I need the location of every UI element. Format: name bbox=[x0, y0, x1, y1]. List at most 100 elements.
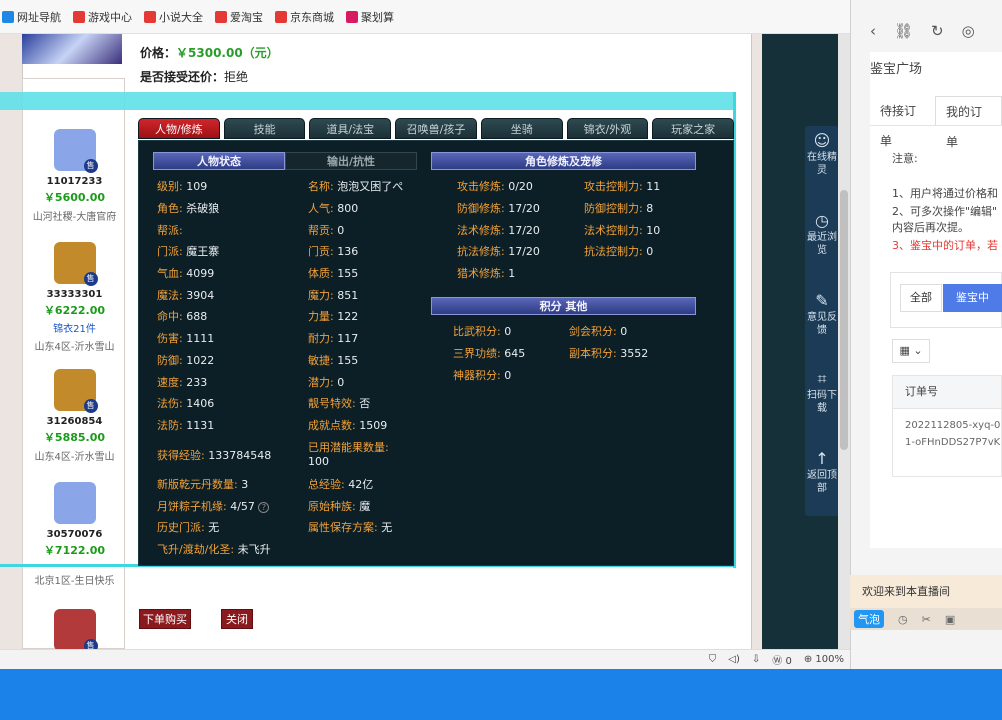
points-pvp: 比武积分: 0 bbox=[453, 325, 512, 338]
stat-special-id: 靓号特效: 否 bbox=[308, 397, 371, 410]
clock-icon: ◷ bbox=[815, 211, 829, 230]
stat-endurance: 耐力: 117 bbox=[308, 332, 359, 345]
section-cultivation: 角色修炼及宠修 bbox=[431, 152, 696, 170]
listing-item[interactable]: 售 11017233 ￥5600.00 山河社稷-大唐官府 bbox=[23, 129, 126, 223]
tab-items[interactable]: 道具/法宝 bbox=[309, 118, 392, 139]
stat-ascension: 飞升/渡劫/化圣: 未飞升 bbox=[157, 543, 271, 556]
section-char-status[interactable]: 人物状态 bbox=[153, 152, 285, 170]
cult-magic: 法术修炼: 17/20 bbox=[457, 224, 540, 237]
stat-damage: 伤害: 1111 bbox=[157, 332, 215, 345]
tab-my-orders[interactable]: 我的订单 bbox=[935, 96, 1002, 149]
download-icon[interactable]: ⇩ bbox=[752, 654, 760, 665]
listing-item[interactable]: 30570076 ￥7122.00 北京1区-生日快乐 bbox=[23, 482, 126, 587]
tab-character[interactable]: 人物/修炼 bbox=[138, 118, 220, 139]
tab-home[interactable]: 玩家之家 bbox=[652, 118, 735, 139]
cult-resist: 抗法修炼: 17/20 bbox=[457, 245, 540, 258]
stat-level: 级别: 109 bbox=[157, 180, 208, 193]
stat-race: 原始种族: 魔 bbox=[308, 500, 371, 513]
cult-attack-ctrl: 攻击控制力: 11 bbox=[584, 180, 661, 193]
cult-resist-ctrl: 抗法控制力: 0 bbox=[584, 245, 654, 258]
stat-magic-damage: 法伤: 1406 bbox=[157, 397, 215, 410]
image-icon[interactable]: ▣ bbox=[945, 613, 955, 626]
grid-view-dropdown[interactable]: ▦ ⌄ bbox=[892, 339, 930, 363]
feedback-button[interactable]: ✎ 意见反馈 bbox=[805, 293, 839, 337]
shield-icon[interactable]: ⛉ bbox=[709, 654, 717, 665]
bargain-row: 是否接受还价：拒绝 bbox=[140, 70, 249, 84]
bookmark-juhuasuan[interactable]: 聚划算 bbox=[346, 9, 394, 25]
stat-magic-defense: 法防: 1131 bbox=[157, 419, 215, 432]
stat-mp: 魔法: 3904 bbox=[157, 289, 215, 302]
stat-popularity: 人气: 800 bbox=[308, 202, 359, 215]
order-column-header: 订单号 bbox=[892, 375, 1002, 409]
recent-browse-button[interactable]: ◷ 最近浏览 bbox=[805, 211, 839, 257]
bubble-button[interactable]: 气泡 bbox=[854, 610, 884, 628]
listing-item[interactable]: 售 33333301 ￥6222.00 锦衣21件 山东4区-沂水雪山 bbox=[23, 242, 126, 353]
game-icon bbox=[73, 10, 85, 23]
scissors-icon[interactable]: ✂ bbox=[922, 613, 931, 626]
chat-welcome: 欢迎来到本直播间 bbox=[862, 585, 950, 598]
link-icon[interactable]: ⛓ bbox=[894, 22, 913, 40]
stats-panel: 人物状态 输出/抗性 角色修炼及宠修 积分 其他 级别: 109 角色: 杀破狼… bbox=[138, 140, 734, 566]
book-icon bbox=[144, 10, 156, 23]
stat-school-contrib: 门贡: 136 bbox=[308, 245, 359, 258]
bookmark-jd[interactable]: 京东商城 bbox=[275, 9, 334, 25]
price-value: ￥5300.00（元） bbox=[176, 46, 279, 60]
cult-attack: 攻击修炼: 0/20 bbox=[457, 180, 533, 193]
help-icon[interactable]: ? bbox=[258, 502, 270, 513]
bookmark-nav[interactable]: 网址导航 bbox=[2, 9, 61, 25]
section-points: 积分 其他 bbox=[431, 297, 696, 315]
bookmark-games[interactable]: 游戏中心 bbox=[73, 9, 132, 25]
section-output[interactable]: 输出/抗性 bbox=[285, 152, 417, 170]
stat-guild: 帮派: bbox=[157, 224, 183, 237]
chat-toolbar: 气泡 ◷ ✂ ▣ bbox=[850, 608, 1002, 630]
clock-icon[interactable]: ◷ bbox=[898, 613, 908, 626]
online-assistant-button[interactable]: ☺ 在线精灵 bbox=[805, 131, 839, 177]
avatar: 售 bbox=[53, 609, 98, 653]
listing-item[interactable]: 售 bbox=[23, 609, 126, 653]
cult-defense: 防御修炼: 17/20 bbox=[457, 202, 540, 215]
stat-guild-contrib: 帮贡: 0 bbox=[308, 224, 345, 237]
tab-mounts[interactable]: 坐骑 bbox=[480, 118, 563, 139]
assistant-icon: ☺ bbox=[813, 131, 831, 150]
volume-icon[interactable]: ◁) bbox=[728, 654, 740, 665]
bookmark-taobao[interactable]: 爱淘宝 bbox=[215, 9, 263, 25]
close-button[interactable]: 关闭 bbox=[221, 609, 253, 629]
filter-appraising-button[interactable]: 鉴宝中 bbox=[943, 284, 1002, 312]
back-icon[interactable]: ‹ bbox=[870, 22, 876, 40]
tab-skills[interactable]: 技能 bbox=[223, 118, 306, 139]
stat-name: 名称: 泡泡又困了ぺ bbox=[308, 180, 404, 193]
stat-history-school: 历史门派: 无 bbox=[157, 521, 220, 534]
cult-hunt: 猎术修炼: 1 bbox=[457, 267, 516, 280]
browser-status-bar: ⛉ ◁) ⇩ Ⓦ 0 ⊕ 100% bbox=[0, 649, 850, 669]
zoom-level[interactable]: ⊕ 100% bbox=[804, 654, 844, 665]
refresh-icon[interactable]: ↻ bbox=[931, 22, 944, 40]
sidebar-title: 鉴宝广场 bbox=[870, 62, 923, 77]
listing-item[interactable]: 售 31260854 ￥5885.00 山东4区-沂水雪山 bbox=[23, 369, 126, 463]
tab-pending-orders[interactable]: 待接订单 bbox=[870, 96, 935, 148]
juhuasuan-icon bbox=[346, 10, 358, 23]
tab-appearance[interactable]: 锦衣/外观 bbox=[566, 118, 649, 139]
globe-icon[interactable]: ◎ bbox=[962, 22, 975, 40]
tab-pets[interactable]: 召唤兽/孩子 bbox=[395, 118, 477, 139]
scan-download-button[interactable]: ⌗ 扫码下载 bbox=[805, 371, 839, 415]
os-taskbar bbox=[0, 669, 1002, 720]
stat-agility: 敏捷: 155 bbox=[308, 354, 359, 367]
sidebar-toolbar: ‹ ⛓ ↻ ◎ bbox=[850, 14, 1002, 48]
points-dungeon: 副本积分: 3552 bbox=[569, 347, 649, 360]
order-number-cell[interactable]: 2022112805-xyq-01-oFHnDDS27P7vK bbox=[892, 409, 1002, 477]
stat-defense: 防御: 1022 bbox=[157, 354, 215, 367]
back-to-top-button[interactable]: ↑ 返回顶部 bbox=[805, 451, 839, 495]
stat-speed: 速度: 233 bbox=[157, 376, 208, 389]
stat-potential: 潜力: 0 bbox=[308, 376, 345, 389]
counter-badge[interactable]: Ⓦ 0 bbox=[772, 652, 792, 667]
price-row: 价格：￥5300.00（元） bbox=[140, 46, 279, 60]
avatar: 售 bbox=[53, 369, 98, 413]
filter-all-button[interactable]: 全部 bbox=[900, 284, 942, 312]
scrollbar-thumb[interactable] bbox=[840, 190, 848, 450]
buy-button[interactable]: 下单购买 bbox=[139, 609, 191, 629]
sidebar-tabs: 待接订单 我的订单 bbox=[870, 96, 1002, 149]
stat-hit: 命中: 688 bbox=[157, 310, 208, 323]
cult-defense-ctrl: 防御控制力: 8 bbox=[584, 202, 654, 215]
bookmark-novels[interactable]: 小说大全 bbox=[144, 9, 203, 25]
character-banner-image bbox=[22, 34, 122, 64]
